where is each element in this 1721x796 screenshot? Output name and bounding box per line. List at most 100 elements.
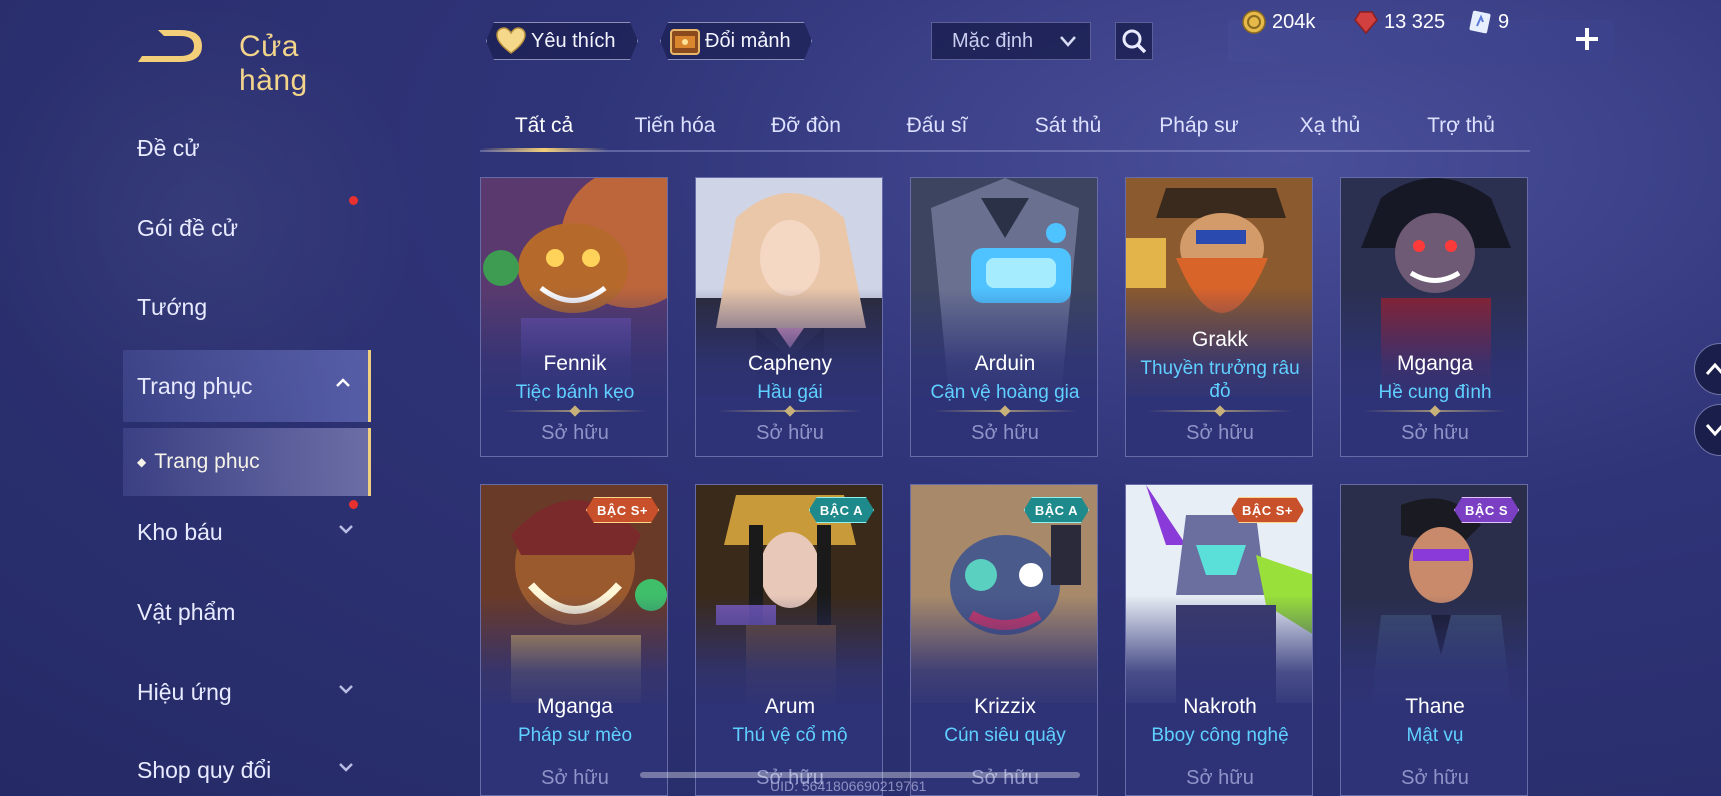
notification-dot bbox=[349, 196, 358, 205]
skin-card[interactable]: Capheny Hầu gái Sở hữu bbox=[695, 177, 883, 457]
scroll-down-button[interactable] bbox=[1694, 404, 1721, 456]
hero-name: Nakroth bbox=[1183, 695, 1257, 718]
hero-name: Mganga bbox=[537, 695, 613, 718]
tab-evolution[interactable]: Tiến hóa bbox=[611, 114, 739, 138]
sidebar-item-label: Trang phục bbox=[137, 372, 253, 399]
hero-name: Mganga bbox=[1397, 352, 1473, 375]
plus-icon[interactable] bbox=[1570, 22, 1604, 56]
gold-amount: 204k bbox=[1272, 10, 1316, 33]
sidebar-subitem-label: Trang phục bbox=[154, 450, 260, 473]
skin-card[interactable]: BẬC A Krizzix Cún siêu quậy Sở hữu bbox=[910, 484, 1098, 796]
tier-badge: BẬC S bbox=[1454, 497, 1519, 523]
skin-card[interactable]: BẬC A Arum Thú vệ cổ mộ Sở hữu bbox=[695, 484, 883, 796]
tier-badge: BẬC S+ bbox=[1231, 497, 1304, 523]
back-arrow-icon[interactable] bbox=[136, 26, 208, 66]
skin-card[interactable]: Fennik Tiệc bánh kẹo Sở hữu bbox=[480, 177, 668, 457]
page-title: Cửa hàng bbox=[239, 30, 308, 97]
skin-name: Mật vụ bbox=[1406, 725, 1464, 746]
sidebar-item-items[interactable]: Vật phẩm bbox=[123, 576, 371, 648]
ruby-icon bbox=[1354, 11, 1378, 34]
exchange-fragments-button[interactable]: Đổi mảnh bbox=[660, 22, 812, 60]
exchange-fragments-label: Đổi mảnh bbox=[705, 29, 791, 52]
hero-name: Arum bbox=[764, 695, 816, 718]
skin-name: Cận vệ hoàng gia bbox=[930, 382, 1080, 403]
category-tabs: Tất cả Tiến hóa Đỡ đòn Đấu sĩ Sát thủ Ph… bbox=[480, 104, 1530, 152]
chevron-down-icon bbox=[339, 685, 353, 694]
gold-coin-icon bbox=[1242, 10, 1266, 34]
skin-name: Bboy công nghệ bbox=[1151, 725, 1289, 746]
sidebar: Cửa hàng Đề cử Gói đề cử Tướng Trang phụ… bbox=[0, 0, 372, 796]
tier-badge: BẬC A bbox=[1024, 497, 1089, 523]
chest-icon bbox=[669, 25, 701, 57]
skin-name: Thuyền trưởng râu đỏ bbox=[1140, 358, 1300, 402]
sort-value: Mặc định bbox=[952, 29, 1034, 52]
skin-card[interactable]: BẬC S+ Mganga Pháp sư mèo Sở hữu bbox=[480, 484, 668, 796]
favorite-label: Yêu thích bbox=[531, 29, 616, 52]
user-id: UID: 5641806690219761 bbox=[770, 778, 927, 794]
skin-card[interactable]: Mganga Hề cung đình Sở hữu bbox=[1340, 177, 1528, 457]
favorite-button[interactable]: Yêu thích bbox=[486, 22, 638, 60]
active-tab-indicator bbox=[480, 148, 608, 152]
hero-name: Thane bbox=[1405, 695, 1465, 718]
skin-card[interactable]: BẬC S Thane Mật vụ Sở hữu bbox=[1340, 484, 1528, 796]
skin-card[interactable]: Arduin Cận vệ hoàng gia Sở hữu bbox=[910, 177, 1098, 457]
sidebar-item-label: Kho báu bbox=[137, 518, 223, 545]
gem-amount: 13 325 bbox=[1384, 10, 1446, 33]
ownership-status: Sở hữu bbox=[971, 767, 1039, 789]
sidebar-item-label: Shop quy đổi bbox=[137, 756, 272, 783]
tab-mage[interactable]: Pháp sư bbox=[1135, 114, 1263, 138]
voucher-icon bbox=[1469, 10, 1491, 34]
hero-name: Arduin bbox=[974, 352, 1036, 375]
chevron-down-icon bbox=[339, 763, 353, 772]
tab-support[interactable]: Trợ thủ bbox=[1397, 114, 1525, 138]
chevron-up-icon bbox=[336, 378, 350, 387]
sidebar-item-label: Gói đề cử bbox=[137, 214, 239, 241]
hero-name: Krizzix bbox=[974, 695, 1036, 718]
hero-name: Grakk bbox=[1191, 328, 1248, 351]
chevron-up-icon bbox=[1705, 362, 1721, 375]
sidebar-item-label: Tướng bbox=[137, 293, 208, 320]
skin-card[interactable]: Grakk Thuyền trưởng râu đỏ Sở hữu bbox=[1125, 177, 1313, 457]
sidebar-item-label: Hiệu ứng bbox=[137, 678, 232, 705]
ownership-status: Sở hữu bbox=[1186, 767, 1254, 789]
scroll-up-button[interactable] bbox=[1694, 343, 1721, 395]
heart-icon bbox=[495, 25, 527, 57]
hero-name: Fennik bbox=[543, 352, 607, 375]
sidebar-item-skins[interactable]: Trang phục bbox=[123, 350, 371, 422]
sort-select[interactable]: Mặc định bbox=[931, 22, 1091, 60]
ownership-status: Sở hữu bbox=[1401, 767, 1469, 789]
skin-card[interactable]: BẬC S+ Nakroth Bboy công nghệ Sở hữu bbox=[1125, 484, 1313, 796]
sidebar-item-label: Vật phẩm bbox=[137, 598, 236, 625]
skin-name: Hề cung đình bbox=[1378, 382, 1492, 403]
search-button[interactable] bbox=[1115, 22, 1153, 60]
ownership-status: Sở hữu bbox=[541, 422, 609, 444]
tab-assassin[interactable]: Sát thủ bbox=[1004, 114, 1132, 138]
sidebar-item-recommended[interactable]: Đề cử bbox=[123, 112, 371, 184]
skin-name: Cún siêu quậy bbox=[944, 725, 1066, 746]
tier-badge: BẬC S+ bbox=[586, 497, 659, 523]
ownership-status: Sở hữu bbox=[756, 422, 824, 444]
skin-name: Tiệc bánh kẹo bbox=[515, 382, 635, 403]
voucher-balance: 9 bbox=[1468, 10, 1509, 34]
ownership-status: Sở hữu bbox=[1186, 422, 1254, 444]
chevron-down-icon bbox=[1060, 36, 1076, 47]
sidebar-subitem-skins[interactable]: ◆ Trang phục bbox=[123, 428, 371, 496]
ownership-status: Sở hữu bbox=[1401, 422, 1469, 444]
notification-dot bbox=[349, 500, 358, 509]
search-icon bbox=[1122, 29, 1147, 54]
chevron-down-icon bbox=[1705, 424, 1721, 437]
sidebar-item-bundles[interactable]: Gói đề cử bbox=[123, 192, 371, 264]
sidebar-item-heroes[interactable]: Tướng bbox=[123, 271, 371, 343]
hero-name: Capheny bbox=[747, 352, 833, 375]
tab-fighter[interactable]: Đấu sĩ bbox=[873, 114, 1001, 138]
gem-balance: 13 325 bbox=[1354, 10, 1445, 34]
sidebar-item-exchange-shop[interactable]: Shop quy đổi bbox=[123, 734, 371, 796]
skin-name: Hầu gái bbox=[757, 382, 823, 403]
tab-tank[interactable]: Đỡ đòn bbox=[742, 114, 870, 138]
tab-all[interactable]: Tất cả bbox=[480, 114, 608, 138]
sidebar-item-label: Đề cử bbox=[137, 134, 200, 161]
sidebar-item-treasure[interactable]: Kho báu bbox=[123, 496, 371, 568]
tab-marksman[interactable]: Xạ thủ bbox=[1266, 114, 1394, 138]
tier-badge: BẬC A bbox=[809, 497, 874, 523]
sidebar-item-effects[interactable]: Hiệu ứng bbox=[123, 656, 371, 728]
